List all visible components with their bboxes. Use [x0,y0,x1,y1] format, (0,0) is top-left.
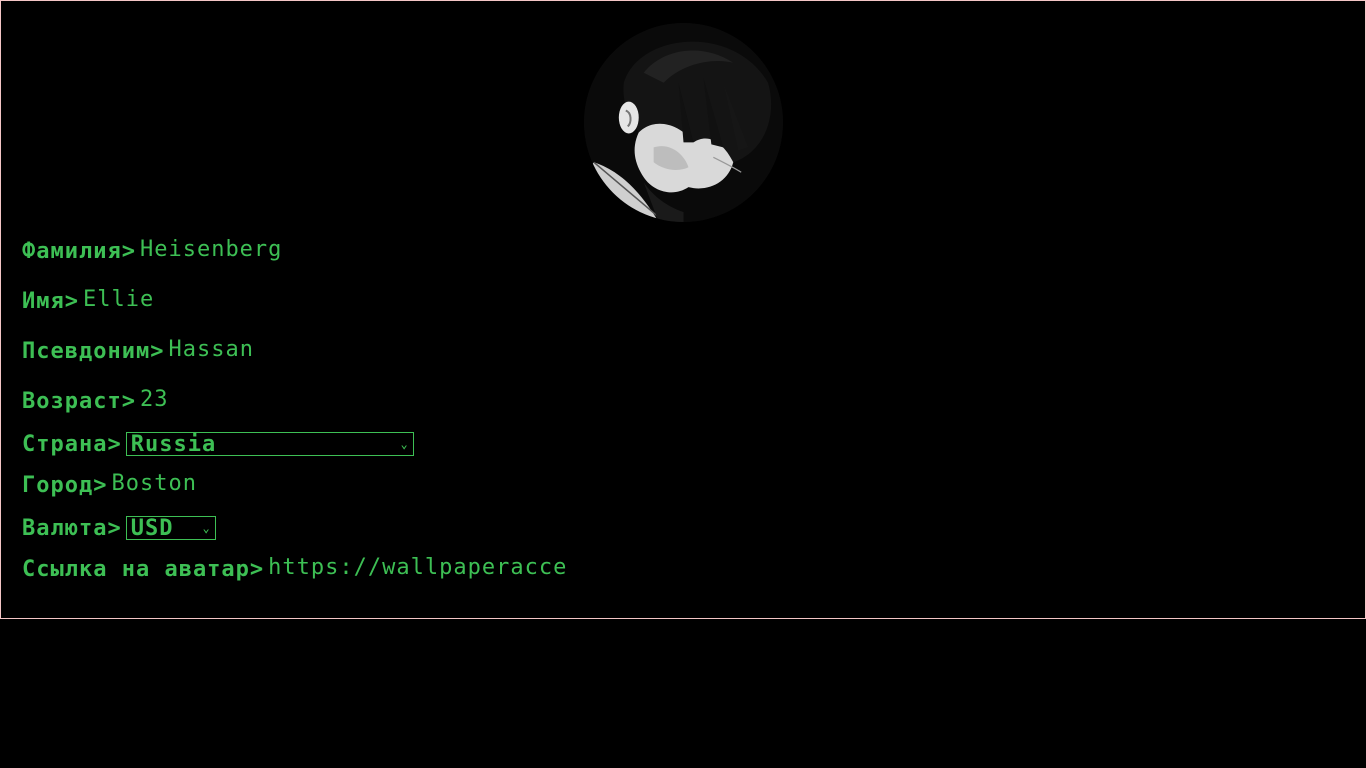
avatar-link-input[interactable]: https://wallpaperacce [268,555,567,583]
city-prompt: > [93,472,108,498]
nickname-prompt: > [150,338,165,364]
currency-select[interactable]: USD ⌄ [125,515,216,541]
nickname-row: Псевдоним > Hassan [22,337,254,365]
chevron-down-icon: ⌄ [400,437,409,451]
country-label: Страна [22,431,108,457]
currency-row: Валюта > USD ⌄ [22,514,216,542]
chevron-down-icon: ⌄ [202,521,211,535]
surname-label: Фамилия [22,238,122,264]
avatar-link-label: Ссылка на аватар [22,556,250,582]
avatar-link-row: Ссылка на аватар > https://wallpaperacce [22,555,567,583]
currency-prompt: > [107,515,122,541]
avatar-image [584,23,783,222]
city-input[interactable]: Boston [111,471,196,499]
age-input[interactable]: 23 [140,387,169,415]
nickname-label: Псевдоним [22,338,151,364]
name-label: Имя [22,288,65,314]
name-prompt: > [64,288,79,314]
country-select[interactable]: Russia ⌄ [125,431,414,457]
country-selected-value: Russia [130,431,217,457]
avatar [584,23,783,222]
profile-panel: Фамилия > Heisenberg Имя > Ellie Псевдон… [0,0,1366,619]
age-row: Возраст > 23 [22,387,168,415]
nickname-input[interactable]: Hassan [168,337,253,365]
city-row: Город > Boston [22,471,197,499]
surname-prompt: > [121,238,136,264]
age-prompt: > [121,388,136,414]
age-label: Возраст [22,388,122,414]
name-row: Имя > Ellie [22,287,154,315]
name-input[interactable]: Ellie [83,287,154,315]
currency-selected-value: USD [130,515,174,541]
country-row: Страна > Russia ⌄ [22,430,414,458]
country-prompt: > [107,431,122,457]
city-label: Город [22,472,94,498]
surname-row: Фамилия > Heisenberg [22,237,282,265]
surname-input[interactable]: Heisenberg [140,237,282,265]
currency-label: Валюта [22,515,108,541]
avatar-link-prompt: > [249,556,265,582]
